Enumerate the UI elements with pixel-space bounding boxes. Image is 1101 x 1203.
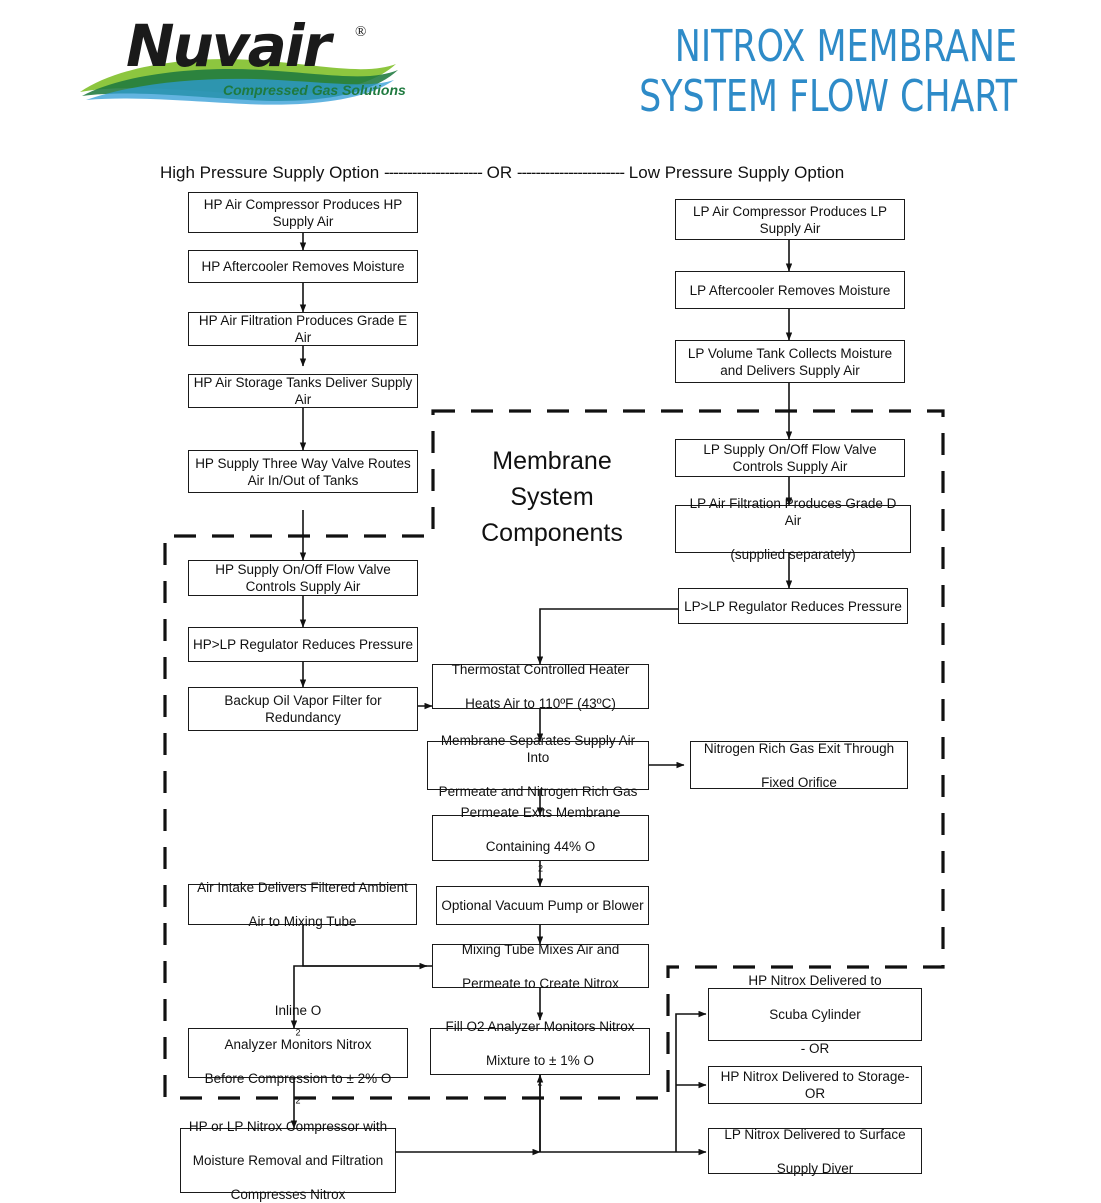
node-nitrogen-rich-gas-exit-line2: Fixed Orifice <box>761 774 837 790</box>
inline-o2-subscript-2: 2 <box>295 1095 301 1106</box>
node-nitrox-compressor-line1: HP or LP Nitrox Compressor with <box>188 1119 388 1134</box>
node-fill-analyzer-line2: Mixture to ± 1% O2 <box>486 1052 594 1088</box>
node-output-surface-line1: LP Nitrox Delivered to Surface <box>724 1126 906 1142</box>
node-hp-air-compressor-label: HP Air Compressor Produces HP Supply Air <box>203 196 403 229</box>
node-hp-supply-onoff-valve-label: HP Supply On/Off Flow Valve Controls Sup… <box>215 562 391 594</box>
membrane-label-line2: System <box>510 483 594 511</box>
node-lp-lp-regulator-label: LP>LP Regulator Reduces Pressure <box>684 598 902 614</box>
node-optional-vacuum-pump: Optional Vacuum Pump or Blower <box>436 886 649 925</box>
node-lp-volume-tank-label: LP Volume Tank Collects Moisture and Del… <box>687 345 893 378</box>
node-lp-air-compressor: LP Air Compressor Produces LP Supply Air <box>675 199 905 240</box>
node-permeate-line2: Containing 44% O2 <box>485 839 596 874</box>
node-inline-analyzer-line1: Inline O2 Analyzer Monitors Nitrox <box>224 1003 372 1052</box>
node-nitrox-compressor-line2: Moisture Removal and Filtration <box>192 1153 384 1168</box>
node-mixing-tube: Mixing Tube Mixes Air and Permeate to Cr… <box>432 941 649 991</box>
node-nitrogen-rich-gas-exit: Nitrogen Rich Gas Exit Through Fixed Ori… <box>690 740 908 790</box>
node-hp-lp-regulator: HP>LP Regulator Reduces Pressure <box>188 627 418 662</box>
node-nitrogen-rich-gas-exit-line1: Nitrogen Rich Gas Exit Through <box>703 740 895 756</box>
node-output-scuba-line2: Scuba Cylinder <box>769 1007 861 1022</box>
node-inline-analyzer-line2: Before Compression to ± 2% O2 <box>204 1071 392 1106</box>
node-thermostat-heater: Thermostat Controlled Heater Heats Air t… <box>432 662 649 711</box>
membrane-label-line3: Components <box>481 519 623 547</box>
node-thermostat-heater-label: Thermostat Controlled Heater <box>451 662 630 677</box>
node-lp-supply-onoff-valve-label: LP Supply On/Off Flow Valve Controls Sup… <box>703 442 877 474</box>
node-lp-air-filtration-note: (supplied separately) <box>730 547 856 562</box>
node-lp-air-compressor-label: LP Air Compressor Produces LP Supply Air <box>692 203 888 236</box>
node-hp-supply-onoff-valve: HP Supply On/Off Flow Valve Controls Sup… <box>188 560 418 596</box>
node-mixing-tube-line2: Permeate to Create Nitrox <box>462 975 619 991</box>
node-hp-aftercooler-label: HP Aftercooler Removes Moisture <box>201 259 405 274</box>
node-lp-aftercooler: LP Aftercooler Removes Moisture <box>675 271 905 309</box>
node-hp-air-compressor: HP Air Compressor Produces HP Supply Air <box>188 192 418 233</box>
node-lp-supply-onoff-valve: LP Supply On/Off Flow Valve Controls Sup… <box>675 439 905 477</box>
node-hp-air-filtration: HP Air Filtration Produces Grade E Air <box>188 312 418 346</box>
flowchart-canvas: Nuvair ® Compressed Gas Solutions NITROX… <box>0 0 1101 1202</box>
node-hp-lp-regulator-label: HP>LP Regulator Reduces Pressure <box>193 637 413 652</box>
node-lp-air-filtration-label: LP Air Filtration Produces Grade D Air <box>689 496 897 528</box>
node-hp-nitrox-storage: HP Nitrox Delivered to Storage-OR <box>708 1066 922 1104</box>
node-optional-vacuum-pump-label: Optional Vacuum Pump or Blower <box>441 898 644 913</box>
fill-o2-subscript: 2 <box>537 1077 543 1088</box>
node-fill-analyzer-line1: Fill O2 Analyzer Monitors Nitrox <box>445 1018 635 1034</box>
node-air-intake-line1: Air Intake Delivers Filtered Ambient <box>197 880 408 895</box>
node-output-storage-label: HP Nitrox Delivered to Storage-OR <box>720 1069 910 1101</box>
membrane-label-line1: Membrane <box>492 447 612 475</box>
node-lp-nitrox-surface-supply: LP Nitrox Delivered to Surface Supply Di… <box>708 1126 922 1176</box>
node-output-scuba-line3: - OR <box>800 1041 830 1056</box>
node-hp-aftercooler: HP Aftercooler Removes Moisture <box>188 250 418 283</box>
node-inline-o2-analyzer: Inline O2 Analyzer Monitors Nitrox Befor… <box>188 1003 408 1105</box>
node-hp-air-storage-tanks-label: HP Air Storage Tanks Deliver Supply Air <box>193 375 413 407</box>
node-backup-oil-vapor-filter-label: Backup Oil Vapor Filter for Redundancy <box>224 693 382 725</box>
node-air-intake: Air Intake Delivers Filtered Ambient Air… <box>188 880 417 929</box>
node-backup-oil-vapor-filter: Backup Oil Vapor Filter for Redundancy <box>188 687 418 731</box>
node-membrane-separator-line1: Membrane Separates Supply Air Into <box>440 732 636 765</box>
node-hp-air-storage-tanks: HP Air Storage Tanks Deliver Supply Air <box>188 374 418 408</box>
node-fill-o2-analyzer: Fill O2 Analyzer Monitors Nitrox Mixture… <box>430 1019 650 1087</box>
node-permeate-line1: Permeate Exits Membrane <box>460 805 621 820</box>
node-hp-air-filtration-label: HP Air Filtration Produces Grade E Air <box>198 313 408 345</box>
node-lp-air-filtration: LP Air Filtration Produces Grade D Air (… <box>675 496 911 562</box>
node-thermostat-heater-detail: Heats Air to 110ºF (43ºC) <box>465 696 616 711</box>
node-output-surface-line2: Supply Diver <box>776 1160 854 1176</box>
node-mixing-tube-line1: Mixing Tube Mixes Air and <box>461 941 620 957</box>
node-lp-volume-tank: LP Volume Tank Collects Moisture and Del… <box>675 340 905 383</box>
membrane-system-components-label: Membrane System Components <box>452 443 652 551</box>
node-membrane-separator: Membrane Separates Supply Air Into Perme… <box>427 733 649 799</box>
node-air-intake-line2: Air to Mixing Tube <box>248 914 357 929</box>
node-nitrox-compressor-line3: Compresses Nitrox <box>230 1187 346 1202</box>
node-hp-three-way-valve: HP Supply Three Way Valve Routes Air In/… <box>188 450 418 493</box>
node-permeate-exits-membrane: Permeate Exits Membrane Containing 44% O… <box>432 805 649 873</box>
node-nitrox-compressor: HP or LP Nitrox Compressor with Moisture… <box>180 1119 396 1202</box>
node-hp-three-way-valve-label: HP Supply Three Way Valve Routes Air In/… <box>195 455 411 488</box>
node-lp-aftercooler-label: LP Aftercooler Removes Moisture <box>689 282 891 298</box>
node-hp-nitrox-scuba-cylinder: HP Nitrox Delivered to Scuba Cylinder - … <box>708 973 922 1056</box>
node-output-scuba-line1: HP Nitrox Delivered to <box>748 973 882 988</box>
node-membrane-separator-line2: Permeate and Nitrogen Rich Gas <box>438 783 638 799</box>
node-lp-lp-regulator: LP>LP Regulator Reduces Pressure <box>678 588 908 624</box>
permeate-o2-subscript: 2 <box>537 863 543 874</box>
